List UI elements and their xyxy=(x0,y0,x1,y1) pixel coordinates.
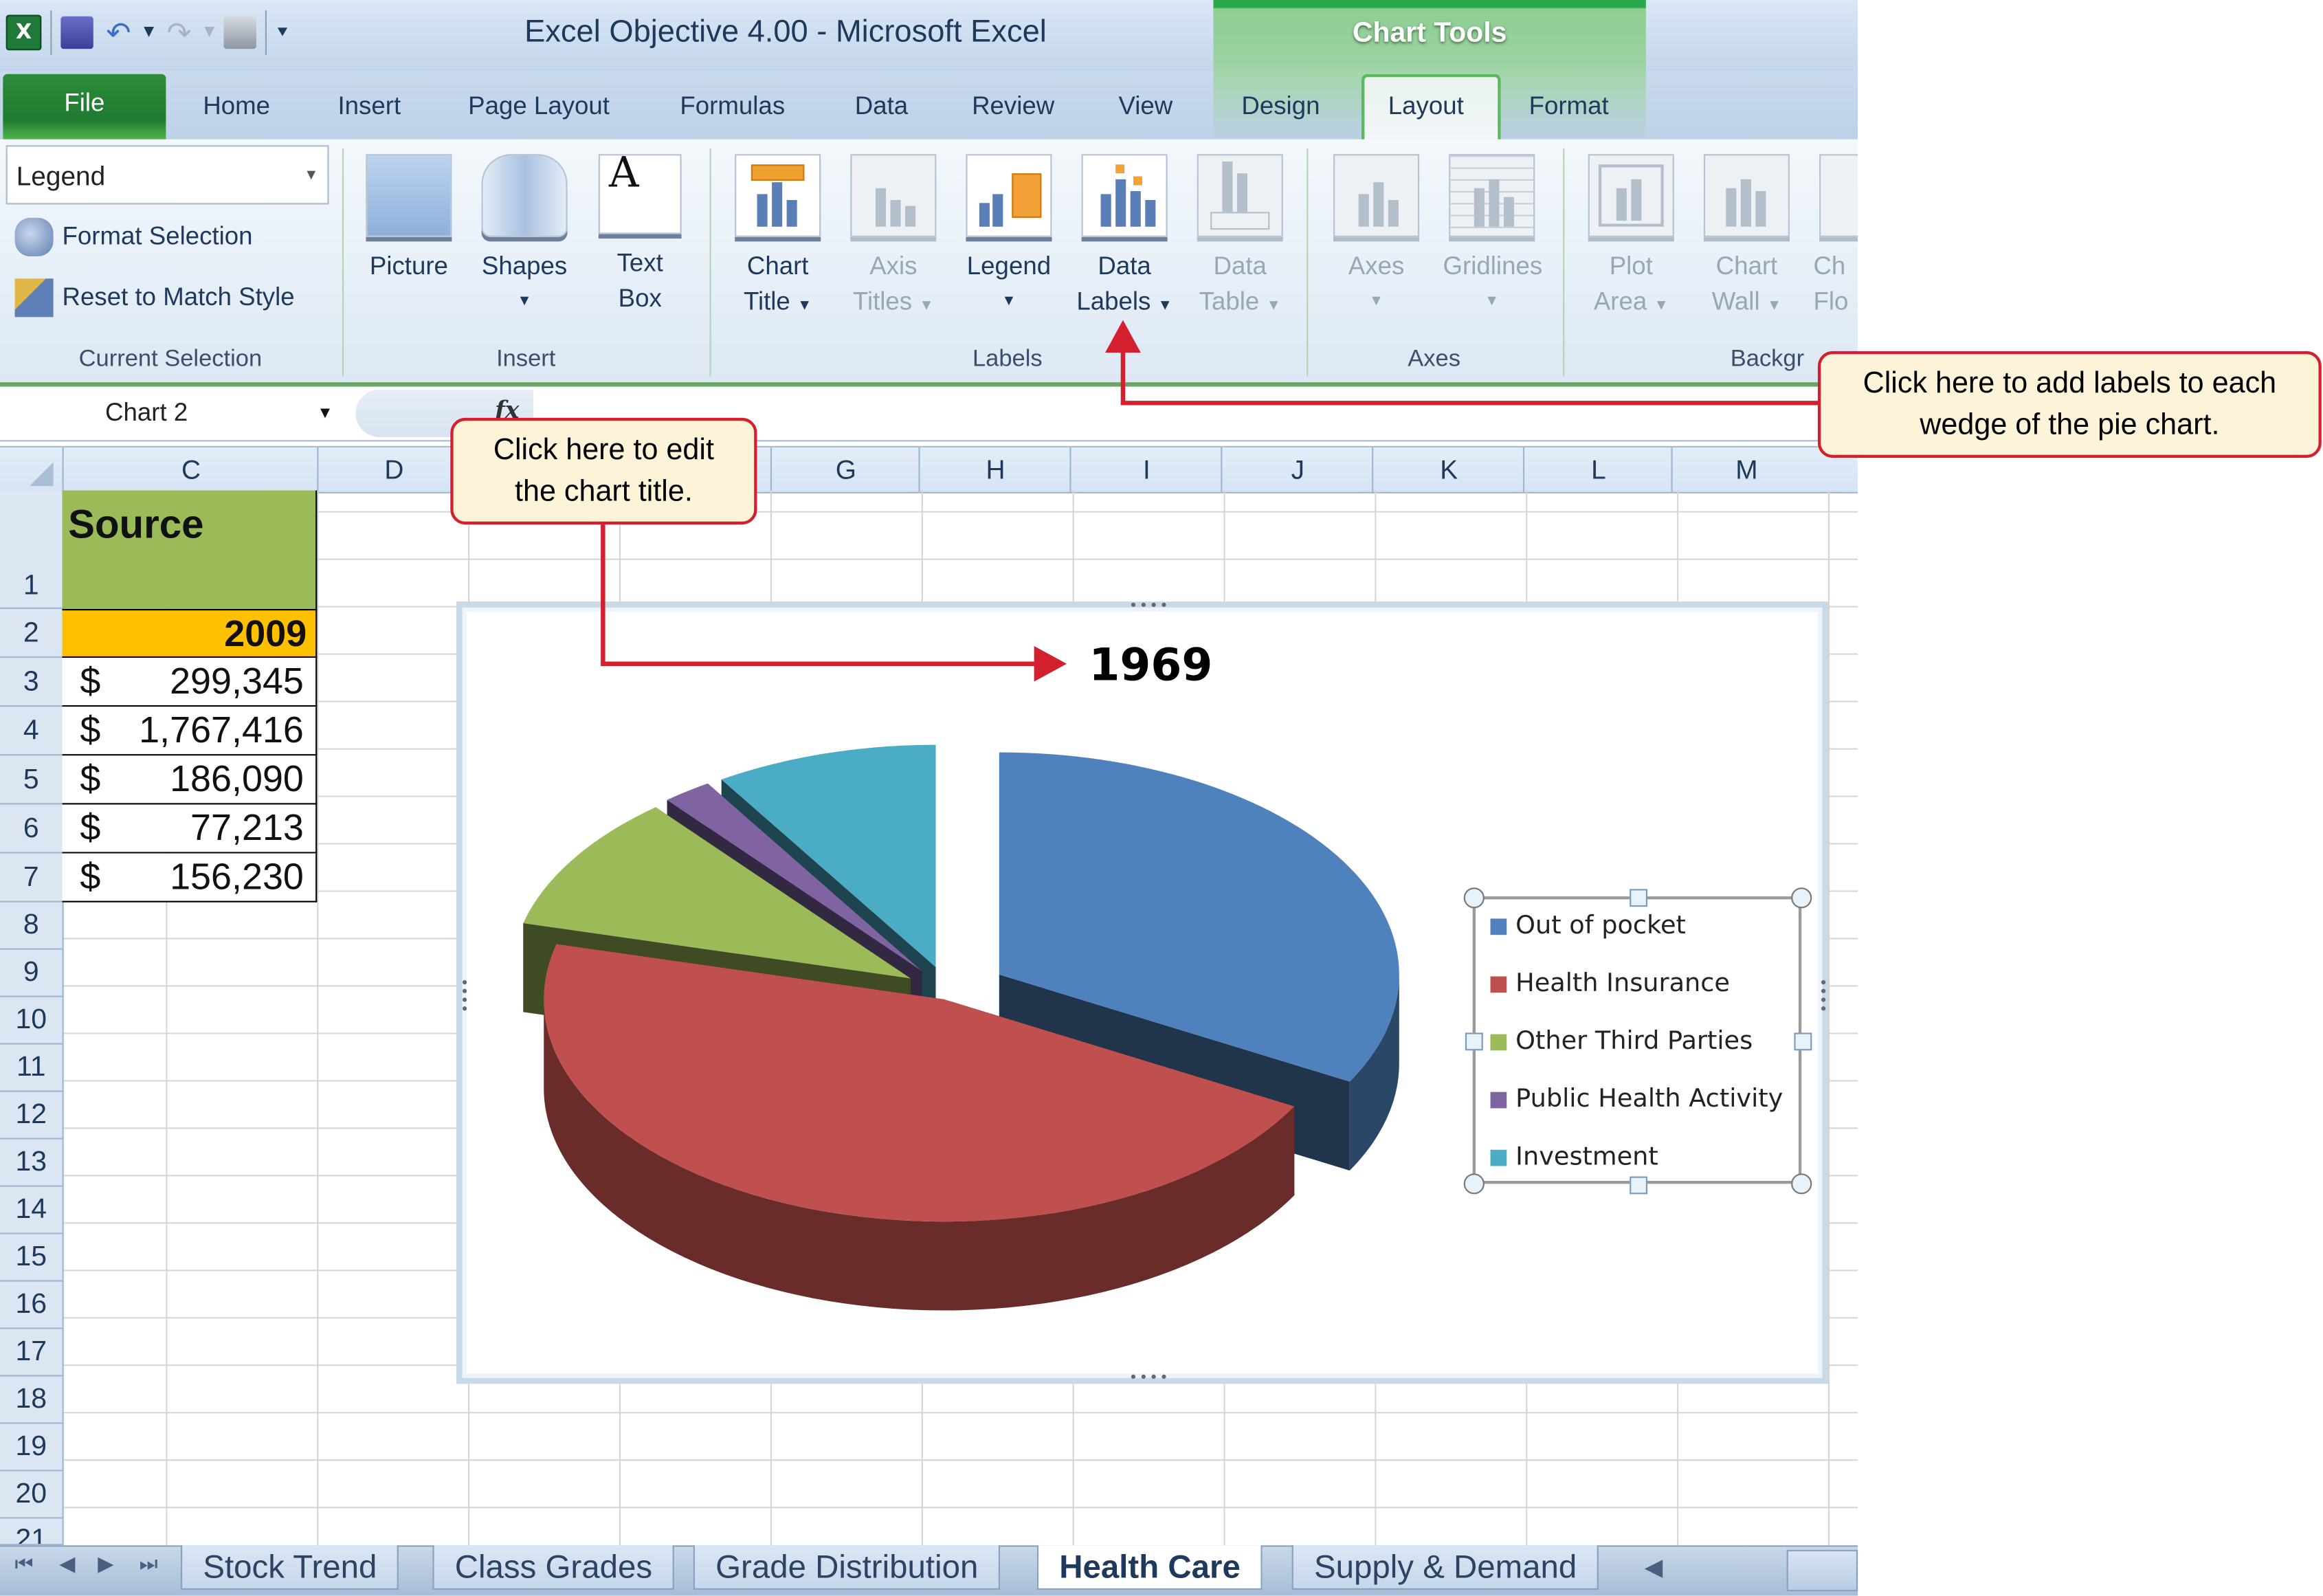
callout-text-line: Click here to edit xyxy=(493,434,714,467)
currency-symbol: $ xyxy=(80,661,101,702)
last-sheet-icon[interactable]: ⏭ xyxy=(140,1553,158,1576)
next-sheet-icon[interactable]: ▶ xyxy=(98,1553,113,1576)
callout-text-line: Click here to add labels to each xyxy=(1863,367,2277,401)
currency-symbol: $ xyxy=(80,758,101,801)
arrowhead-right-icon xyxy=(1034,645,1067,682)
excel-window: X ↶ ▼ ↷ ▼ ⯆ Excel Objective 4.00 - Micro… xyxy=(0,0,2323,1596)
cell-c3[interactable]: $299,345 xyxy=(62,658,318,707)
prev-sheet-icon[interactable]: ◀ xyxy=(59,1553,75,1576)
cell-c4[interactable]: $1,767,416 xyxy=(62,707,318,756)
arrow-to-data-labels xyxy=(1120,349,1820,406)
cell-amount: 156,230 xyxy=(170,856,304,898)
callout-arrows xyxy=(601,320,1820,682)
currency-symbol: $ xyxy=(80,807,101,850)
horizontal-scrollbar[interactable] xyxy=(1786,1549,1858,1592)
cell-amount: 1,767,416 xyxy=(139,709,304,751)
sheet-tab-class-grades[interactable]: Class Grades xyxy=(432,1545,675,1590)
cell-amount: 77,213 xyxy=(190,807,304,850)
callout-add-data-labels: Click here to add labels to each wedge o… xyxy=(1817,351,2322,458)
callout-edit-chart-title: Click here to edit the chart title. xyxy=(450,417,757,525)
sheet-tab-grade-distribution[interactable]: Grade Distribution xyxy=(693,1545,1001,1590)
callout-text-line: the chart title. xyxy=(515,475,693,509)
cell-c6[interactable]: $77,213 xyxy=(62,804,318,854)
cell-amount: 186,090 xyxy=(170,758,304,801)
callout-text-line: wedge of the pie chart. xyxy=(1920,408,2220,442)
cell-c5[interactable]: $186,090 xyxy=(62,755,318,805)
scroll-left-icon[interactable]: ◀ xyxy=(1645,1553,1663,1581)
arrow-to-chart-title xyxy=(601,524,1037,666)
sheet-tab-stock-trend[interactable]: Stock Trend xyxy=(180,1545,399,1590)
cell-c7[interactable]: $156,230 xyxy=(62,853,318,902)
sheet-tab-supply-demand[interactable]: Supply & Demand xyxy=(1291,1545,1599,1590)
sheet-tab-health-care[interactable]: Health Care xyxy=(1036,1545,1263,1590)
currency-symbol: $ xyxy=(80,856,101,898)
arrowhead-up-icon xyxy=(1105,320,1141,353)
currency-symbol: $ xyxy=(80,709,101,751)
cell-amount: 299,345 xyxy=(170,661,304,702)
first-sheet-icon[interactable]: ⏮ xyxy=(15,1553,34,1576)
